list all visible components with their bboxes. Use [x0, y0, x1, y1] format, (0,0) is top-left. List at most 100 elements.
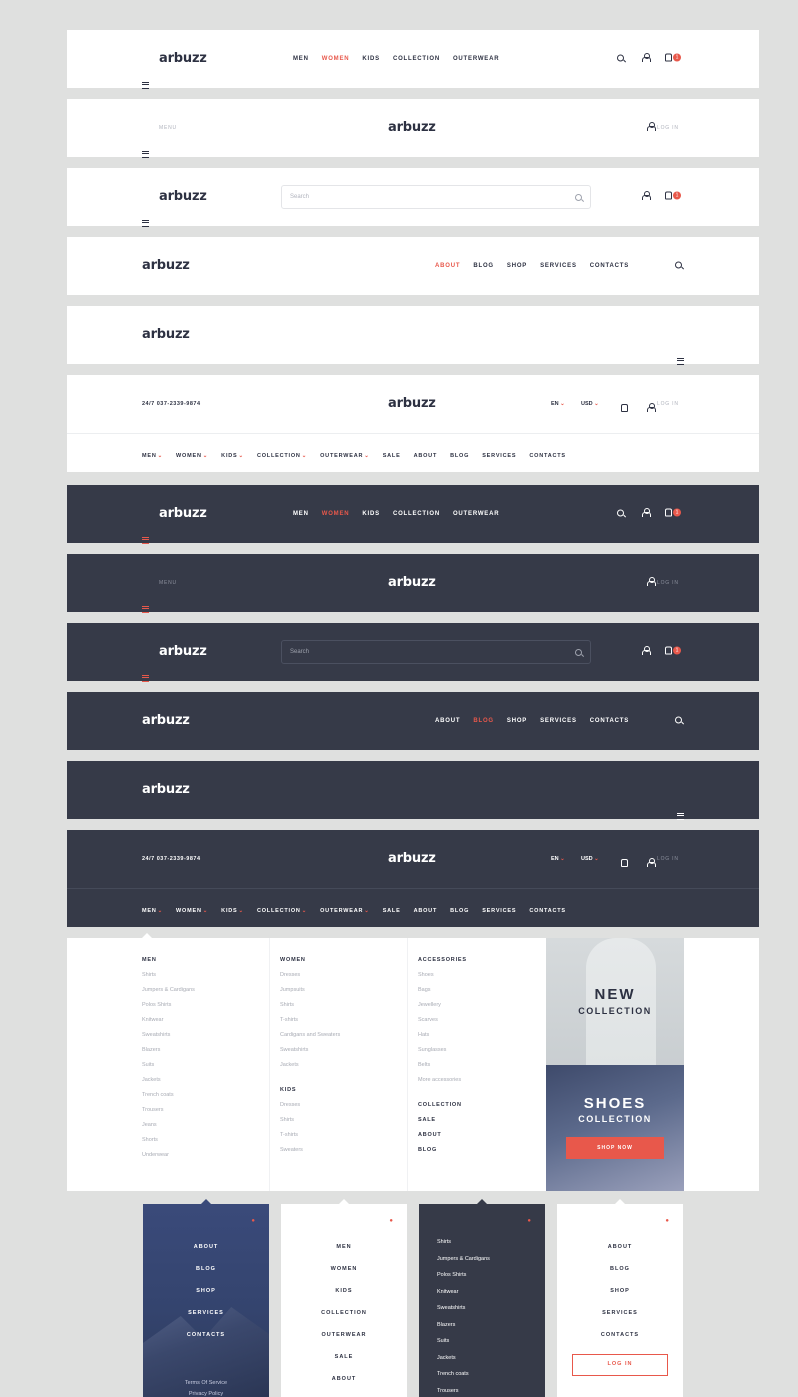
- menu-item[interactable]: CONTACTS: [143, 1324, 269, 1346]
- nav-item-about[interactable]: ABOUT: [435, 263, 460, 269]
- logo[interactable]: arbuzz: [159, 506, 207, 521]
- menu-item[interactable]: SALE: [418, 1113, 467, 1128]
- menu-item[interactable]: Jackets: [280, 1058, 340, 1073]
- language-select[interactable]: EN ⌄: [551, 856, 565, 862]
- nav-item-men[interactable]: MEN⌄: [142, 453, 163, 459]
- nav-item-services[interactable]: SERVICES: [482, 908, 516, 914]
- nav-item-blog[interactable]: BLOG: [450, 908, 469, 914]
- logo[interactable]: arbuzz: [142, 258, 190, 273]
- close-icon[interactable]: ●: [251, 1218, 255, 1224]
- login-link[interactable]: LOG IN: [657, 856, 679, 862]
- phone-number[interactable]: 24/7 037-2339-9874: [142, 401, 201, 407]
- nav-item-outerwear[interactable]: OUTERWEAR⌄: [320, 908, 370, 914]
- logo[interactable]: arbuzz: [388, 575, 436, 590]
- search-icon[interactable]: [575, 194, 582, 201]
- menu-item[interactable]: Jackets: [142, 1073, 195, 1088]
- nav-item-kids[interactable]: KIDS⌄: [221, 453, 244, 459]
- nav-item-women[interactable]: WOMEN⌄: [176, 453, 208, 459]
- menu-item[interactable]: Jeans: [142, 1118, 195, 1133]
- menu-item[interactable]: Jackets: [437, 1350, 490, 1367]
- menu-item[interactable]: Underwear: [142, 1148, 195, 1163]
- shop-now-button[interactable]: SHOP NOW: [566, 1137, 664, 1159]
- menu-item[interactable]: Trousers: [437, 1383, 490, 1397]
- search-input[interactable]: Search: [281, 640, 591, 664]
- user-icon[interactable]: [647, 399, 656, 417]
- menu-item[interactable]: Polos Shirts: [142, 998, 195, 1013]
- search-icon[interactable]: [617, 509, 624, 520]
- menu-item[interactable]: SHOP: [557, 1280, 683, 1302]
- menu-item[interactable]: Jumpers & Cardigans: [142, 983, 195, 998]
- nav-item-collection[interactable]: COLLECTION⌄: [257, 908, 307, 914]
- menu-item[interactable]: OUTERWEAR: [281, 1324, 407, 1346]
- search-icon[interactable]: [617, 54, 624, 65]
- nav-item-collection[interactable]: COLLECTION⌄: [257, 453, 307, 459]
- menu-item[interactable]: Polos Shirts: [437, 1267, 490, 1284]
- nav-item-shop[interactable]: SHOP: [507, 263, 527, 269]
- logo[interactable]: arbuzz: [388, 851, 436, 866]
- nav-item-services[interactable]: SERVICES: [540, 718, 577, 724]
- nav-item-kids[interactable]: KIDS⌄: [221, 908, 244, 914]
- nav-item-collection[interactable]: COLLECTION: [393, 511, 440, 517]
- nav-item-outerwear[interactable]: OUTERWEAR: [453, 56, 499, 62]
- nav-item-contacts[interactable]: CONTACTS: [529, 453, 566, 459]
- nav-item-men[interactable]: MEN: [293, 56, 309, 62]
- nav-item-women[interactable]: WOMEN⌄: [176, 908, 208, 914]
- menu-item[interactable]: Knitwear: [142, 1013, 195, 1028]
- menu-item[interactable]: BLOG: [281, 1390, 407, 1397]
- menu-item[interactable]: WOMEN: [281, 1258, 407, 1280]
- menu-item[interactable]: Scarves: [418, 1013, 467, 1028]
- menu-item[interactable]: KIDS: [281, 1280, 407, 1302]
- cart-icon[interactable]: [621, 854, 628, 872]
- menu-item[interactable]: COLLECTION: [281, 1302, 407, 1324]
- menu-item[interactable]: Shirts: [280, 1113, 340, 1128]
- user-icon[interactable]: [647, 854, 656, 872]
- nav-item-kids[interactable]: KIDS: [362, 511, 380, 517]
- close-icon[interactable]: ●: [665, 1218, 669, 1224]
- menu-item[interactable]: SERVICES: [557, 1302, 683, 1324]
- menu-label[interactable]: MENU: [159, 580, 177, 586]
- menu-item[interactable]: Bags: [418, 983, 467, 998]
- currency-select[interactable]: USD ⌄: [581, 401, 599, 407]
- login-link[interactable]: LOG IN: [657, 401, 679, 407]
- menu-item[interactable]: Sweatshirts: [280, 1043, 340, 1058]
- nav-item-contacts[interactable]: CONTACTS: [529, 908, 566, 914]
- nav-item-contacts[interactable]: CONTACTS: [590, 263, 629, 269]
- menu-item[interactable]: CONTACTS: [557, 1324, 683, 1346]
- menu-item[interactable]: Suits: [142, 1058, 195, 1073]
- cart-icon[interactable]: 1: [665, 646, 681, 658]
- menu-item[interactable]: Suits: [437, 1333, 490, 1350]
- menu-item[interactable]: T-shirts: [280, 1128, 340, 1143]
- cart-icon[interactable]: 1: [665, 53, 681, 65]
- user-icon[interactable]: [647, 577, 656, 589]
- menu-item[interactable]: Privacy Policy: [143, 1389, 269, 1397]
- nav-item-contacts[interactable]: CONTACTS: [590, 718, 629, 724]
- menu-item[interactable]: SALE: [281, 1346, 407, 1368]
- menu-item[interactable]: SHOP: [143, 1280, 269, 1302]
- login-link[interactable]: LOG IN: [657, 580, 679, 586]
- menu-item[interactable]: More accessories: [418, 1073, 467, 1088]
- nav-item-sale[interactable]: SALE: [383, 908, 401, 914]
- cart-icon[interactable]: 1: [665, 508, 681, 520]
- menu-item[interactable]: Shirts: [437, 1234, 490, 1251]
- nav-item-men[interactable]: MEN: [293, 511, 309, 517]
- promo-new-collection[interactable]: NEW COLLECTION: [546, 938, 684, 1065]
- menu-item[interactable]: BLOG: [557, 1258, 683, 1280]
- menu-item[interactable]: Jewellery: [418, 998, 467, 1013]
- hamburger-icon[interactable]: [677, 812, 684, 820]
- user-icon[interactable]: [642, 646, 651, 658]
- nav-item-collection[interactable]: COLLECTION: [393, 56, 440, 62]
- nav-item-women[interactable]: WOMEN: [322, 56, 350, 62]
- menu-item[interactable]: Belts: [418, 1058, 467, 1073]
- logo[interactable]: arbuzz: [388, 396, 436, 411]
- nav-item-services[interactable]: SERVICES: [540, 263, 577, 269]
- menu-item[interactable]: ABOUT: [418, 1128, 467, 1143]
- close-icon[interactable]: ●: [527, 1218, 531, 1224]
- nav-item-outerwear[interactable]: OUTERWEAR: [453, 511, 499, 517]
- menu-item[interactable]: Jumpers & Cardigans: [437, 1251, 490, 1268]
- search-icon[interactable]: [675, 261, 682, 272]
- menu-item[interactable]: ABOUT: [557, 1236, 683, 1258]
- menu-item[interactable]: Terms Of Service: [143, 1378, 269, 1389]
- nav-item-outerwear[interactable]: OUTERWEAR⌄: [320, 453, 370, 459]
- search-input[interactable]: Search: [281, 185, 591, 209]
- menu-item[interactable]: Jumpsuits: [280, 983, 340, 998]
